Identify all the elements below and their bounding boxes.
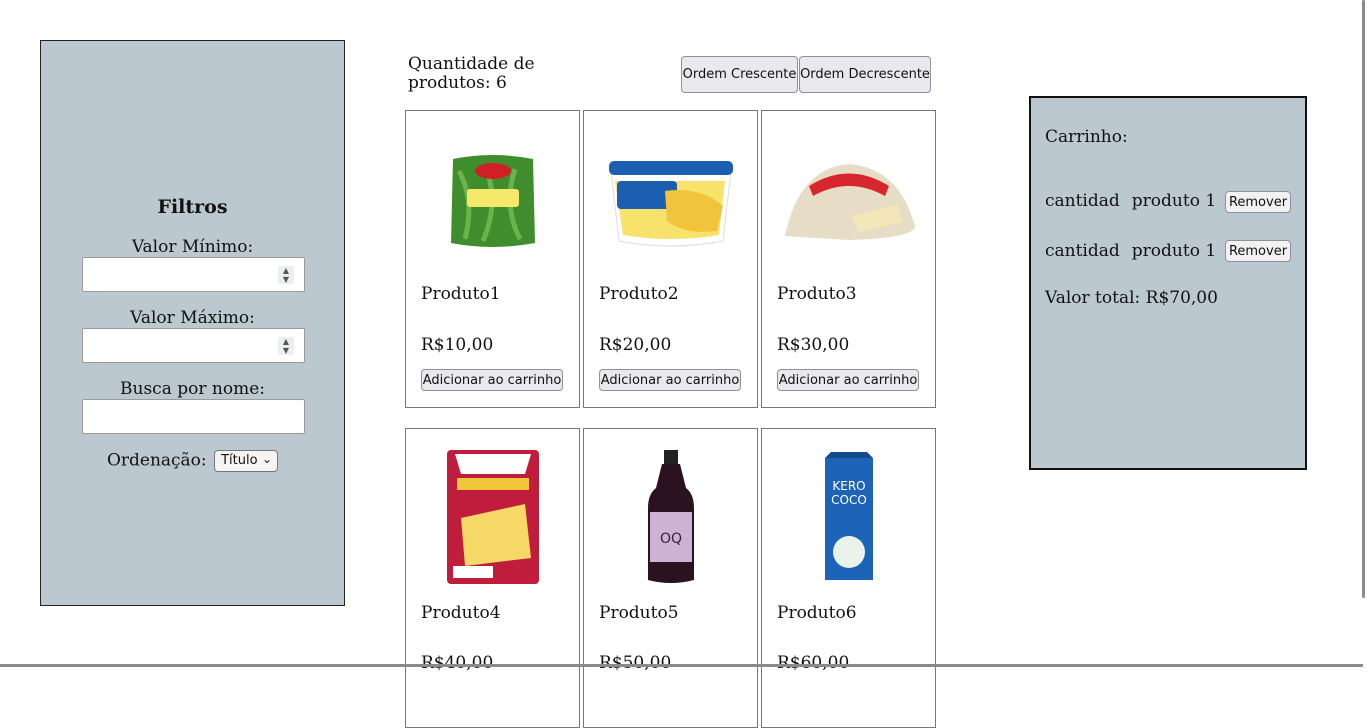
product-card: OQ Produto5 R$50,00: [583, 428, 758, 728]
product-image: [762, 131, 935, 271]
filters-panel: Filtros Valor Mínimo: ▲ ▼ Valor Máximo: ▲…: [40, 40, 345, 606]
min-value-input[interactable]: ▲ ▼: [82, 257, 305, 292]
sort-select[interactable]: Título ⌄: [214, 450, 279, 472]
remove-button[interactable]: Remover: [1225, 240, 1291, 262]
max-value-label: Valor Máximo:: [130, 308, 255, 328]
product-image: OQ: [584, 447, 757, 587]
search-input[interactable]: [82, 399, 305, 434]
spinner-icon[interactable]: ▲ ▼: [278, 337, 294, 355]
remove-button[interactable]: Remover: [1225, 191, 1291, 213]
product-price: R$10,00: [421, 335, 494, 355]
product-card: Produto2 R$20,00 Adicionar ao carrinho: [583, 110, 758, 408]
svg-text:KERO: KERO: [832, 479, 865, 493]
add-to-cart-button[interactable]: Adicionar ao carrinho: [421, 369, 563, 391]
sort-label: Ordenação:: [106, 450, 207, 471]
vertical-scrollbar[interactable]: [1362, 0, 1365, 598]
svg-text:COCO: COCO: [831, 493, 867, 507]
chevron-down-icon: ⌄: [262, 452, 273, 466]
spinner-icon[interactable]: ▲ ▼: [278, 266, 294, 284]
cart-title: Carrinho:: [1045, 127, 1128, 147]
product-price: R$20,00: [599, 335, 672, 355]
cart-item: cantidad produto 1: [1045, 191, 1216, 211]
cart-item-name: produto 1: [1131, 191, 1217, 211]
product-image: KERO COCO: [762, 447, 935, 587]
product-price: R$40,00: [421, 653, 494, 673]
product-name: Produto5: [599, 603, 679, 623]
sort-select-value: Título: [221, 453, 258, 468]
cart-item-qty: cantidad: [1045, 241, 1120, 261]
cart-item: cantidad produto 1: [1045, 241, 1216, 261]
sort-row: Ordenação: Título ⌄: [41, 450, 344, 472]
sort-descending-button[interactable]: Ordem Decrescente: [799, 56, 931, 93]
cart-panel: Carrinho: cantidad produto 1 Remover cant…: [1029, 96, 1307, 470]
add-to-cart-button[interactable]: Adicionar ao carrinho: [777, 369, 919, 391]
product-price: R$50,00: [599, 653, 672, 673]
product-image: [584, 131, 757, 271]
sort-ascending-button[interactable]: Ordem Crescente: [681, 56, 798, 93]
product-name: Produto2: [599, 284, 679, 304]
product-price: R$30,00: [777, 335, 850, 355]
product-card: Produto4 R$40,00: [405, 428, 580, 728]
svg-text:OQ: OQ: [659, 531, 681, 547]
product-name: Produto3: [777, 284, 857, 304]
cart-item-name: produto 1: [1131, 241, 1217, 261]
product-count: Quantidade de produtos: 6: [408, 54, 535, 93]
product-name: Produto1: [421, 284, 501, 304]
product-card: KERO COCO Produto6 R$60,00: [761, 428, 936, 728]
cart-total: Valor total: R$70,00: [1045, 288, 1218, 308]
search-label: Busca por nome:: [120, 379, 265, 399]
product-card: Produto1 R$10,00 Adicionar ao carrinho: [405, 110, 580, 408]
cart-item-qty: cantidad: [1045, 191, 1120, 211]
product-card: Produto3 R$30,00 Adicionar ao carrinho: [761, 110, 936, 408]
product-name: Produto6: [777, 603, 857, 623]
add-to-cart-button[interactable]: Adicionar ao carrinho: [599, 369, 741, 391]
max-value-input[interactable]: ▲ ▼: [82, 328, 305, 363]
product-image: [406, 447, 579, 587]
product-name: Produto4: [421, 603, 501, 623]
product-price: R$60,00: [777, 653, 850, 673]
product-image: [406, 131, 579, 271]
min-value-label: Valor Mínimo:: [131, 237, 254, 257]
filters-title: Filtros: [157, 196, 228, 218]
